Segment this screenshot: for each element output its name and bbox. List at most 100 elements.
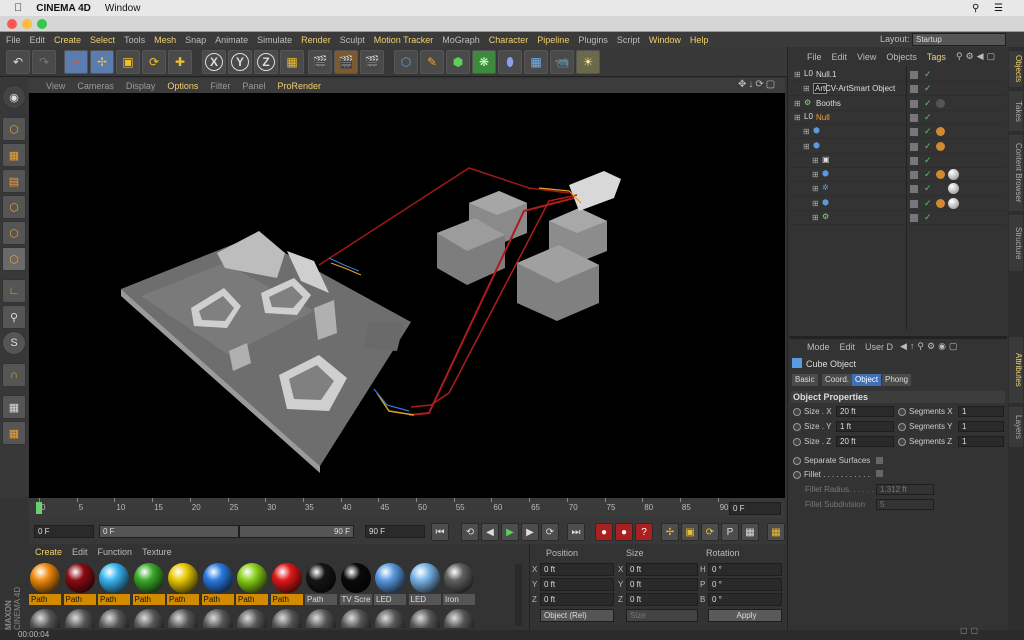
material-swatch[interactable]: Path — [29, 562, 61, 608]
subdivision-button[interactable]: ⬢ — [446, 50, 470, 74]
menu-mesh[interactable]: Mesh — [154, 35, 176, 45]
attribute-menu-user-d[interactable]: User D — [865, 342, 893, 352]
close-button[interactable] — [7, 19, 17, 29]
side-tab-attributes[interactable]: Attributes — [1009, 337, 1023, 403]
object-row[interactable]: ⊞ ⬢ ✓ — [790, 125, 1006, 140]
rotate-tool[interactable]: ⟳ — [142, 50, 166, 74]
viewport-menu-display[interactable]: Display — [126, 81, 156, 91]
scale-tool[interactable]: ▣ — [116, 50, 140, 74]
tab-object[interactable]: Object — [852, 374, 882, 386]
expand-toggle[interactable]: ⊞ — [812, 156, 819, 165]
size-field[interactable]: 0 ft — [626, 578, 698, 591]
current-frame-field[interactable]: 0 F — [729, 502, 781, 515]
enabled-check[interactable]: ✓ — [924, 69, 932, 80]
record-key-button[interactable]: ● — [595, 523, 613, 541]
material-tag-icon[interactable] — [936, 198, 945, 208]
material-tag-icon[interactable] — [936, 170, 945, 180]
key-position-button[interactable]: ✢ — [661, 523, 679, 541]
segments-field[interactable]: 1 — [958, 421, 1004, 432]
pen-spline-button[interactable]: ✎ — [420, 50, 444, 74]
material-swatch[interactable] — [29, 608, 61, 628]
rotation-field[interactable]: 0 ° — [708, 593, 782, 606]
prev-key-button[interactable]: ⟲ — [461, 523, 479, 541]
tab-coord[interactable]: Coord. — [822, 374, 853, 386]
material-swatch[interactable]: TV Scre — [339, 562, 372, 608]
material-swatch[interactable] — [271, 608, 303, 628]
rotation-field[interactable]: 0 ° — [708, 578, 782, 591]
size-field[interactable]: 0 ft — [626, 563, 698, 576]
material-tag-icon[interactable] — [936, 98, 945, 108]
x-axis-toggle[interactable]: X — [202, 50, 226, 74]
size-radio[interactable] — [793, 422, 801, 431]
start-frame-field[interactable]: 0 F — [34, 525, 94, 538]
tweak-icon[interactable]: ⚲ — [2, 305, 26, 329]
material-menu-texture[interactable]: Texture — [142, 547, 172, 557]
separate-surfaces-radio[interactable] — [793, 456, 801, 465]
side-tab-content-browser[interactable]: Content Browser — [1009, 135, 1023, 211]
cube-object-button[interactable]: ⬡ — [394, 50, 418, 74]
fillet-radio[interactable] — [793, 470, 801, 479]
object-row[interactable]: ⊞ ⬢ ✓ — [790, 168, 1006, 183]
menu-window[interactable]: Window — [649, 35, 681, 45]
move-multi-tool[interactable]: ✚ — [168, 50, 192, 74]
floor-button[interactable]: ▦ — [524, 50, 548, 74]
key-scale-button[interactable]: ▣ — [681, 523, 699, 541]
material-swatch[interactable]: Iron — [443, 562, 475, 608]
fillet-radius-field[interactable]: 1.312 ft — [876, 484, 934, 495]
visibility-dot[interactable] — [910, 128, 918, 137]
material-swatch[interactable] — [443, 608, 475, 628]
range-end-field[interactable]: 90 F — [239, 525, 354, 538]
tab-phong[interactable]: Phong — [882, 374, 912, 386]
lock-workplane-icon[interactable]: ▦ — [2, 395, 26, 419]
material-swatch[interactable]: Path — [98, 562, 130, 608]
expand-toggle[interactable]: ⊞ — [794, 113, 801, 122]
menu-mograph[interactable]: MoGraph — [442, 35, 480, 45]
size-radio[interactable] — [793, 407, 801, 416]
list-icon[interactable]: ☰ — [994, 3, 1003, 14]
visibility-dot[interactable] — [910, 113, 918, 122]
grid-workplane-icon[interactable]: ▦ — [2, 421, 26, 445]
redo-button[interactable]: ↷ — [32, 50, 56, 74]
object-menu-view[interactable]: View — [857, 52, 876, 62]
segments-radio[interactable] — [898, 437, 906, 446]
timeline-window-button[interactable]: ▦ — [767, 523, 785, 541]
material-swatch[interactable]: Path — [270, 562, 303, 608]
expand-toggle[interactable]: ⊞ — [803, 127, 810, 136]
attribute-menu-edit[interactable]: Edit — [840, 342, 856, 352]
3d-viewport[interactable] — [29, 93, 785, 498]
enabled-check[interactable]: ✓ — [924, 126, 932, 137]
material-swatch[interactable] — [202, 608, 234, 628]
material-swatch[interactable]: Path — [132, 562, 165, 608]
live-selection-tool[interactable]: ➢ — [64, 50, 88, 74]
texture-mode-icon[interactable]: ▦ — [2, 143, 26, 167]
material-swatch[interactable] — [133, 608, 165, 628]
prev-frame-button[interactable]: ◀ — [481, 523, 499, 541]
visibility-dot[interactable] — [910, 214, 918, 222]
expand-toggle[interactable]: ⊞ — [812, 213, 819, 222]
visibility-dot[interactable] — [910, 142, 918, 151]
polygons-mode-icon[interactable]: ⬡ — [2, 247, 26, 271]
magnet-icon[interactable]: ∩ — [2, 363, 26, 387]
menu-snap[interactable]: Snap — [185, 35, 206, 45]
material-tag-icon[interactable] — [936, 127, 945, 137]
enabled-check[interactable]: ✓ — [924, 83, 932, 94]
size-field[interactable]: 20 ft — [836, 406, 894, 417]
next-key-button[interactable]: ⟳ — [541, 523, 559, 541]
window-menu[interactable]: Window — [105, 3, 141, 14]
side-tab-takes[interactable]: Takes — [1009, 91, 1023, 131]
segments-field[interactable]: 1 — [958, 406, 1004, 417]
apply-button[interactable]: Apply — [708, 609, 782, 622]
layout-select[interactable]: Startup — [912, 33, 1006, 46]
enabled-check[interactable]: ✓ — [924, 212, 932, 223]
object-menu-edit[interactable]: Edit — [832, 52, 848, 62]
menu-pipeline[interactable]: Pipeline — [537, 35, 569, 45]
material-swatch[interactable]: LED — [408, 562, 441, 608]
size-radio[interactable] — [793, 437, 801, 446]
undo-button[interactable]: ↶ — [6, 50, 30, 74]
object-row[interactable]: ⊞ Art CV-ArtSmart Object ✓ — [790, 82, 1006, 97]
model-mode-icon[interactable]: ⬡ — [2, 117, 26, 141]
expand-toggle[interactable]: ⊞ — [794, 70, 801, 79]
deformer-button[interactable]: ⬮ — [498, 50, 522, 74]
enabled-check[interactable]: ✓ — [924, 183, 932, 194]
visibility-dot[interactable] — [910, 85, 918, 94]
